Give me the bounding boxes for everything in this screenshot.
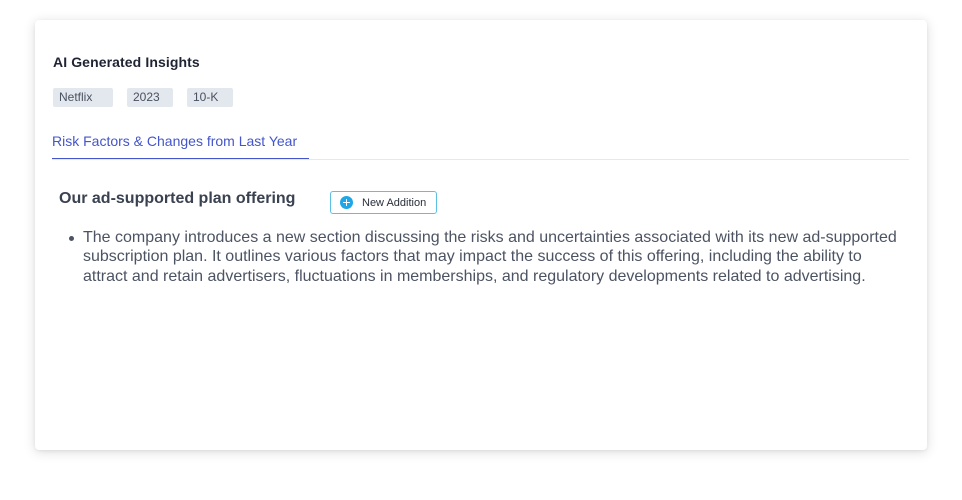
new-addition-badge: New Addition	[330, 191, 437, 214]
tag-list: Netflix 2023 10-K	[53, 88, 247, 107]
insight-list: The company introduces a new section dis…	[69, 228, 903, 286]
card-title: AI Generated Insights	[53, 54, 200, 70]
section-header: Our ad-supported plan offering	[59, 190, 295, 208]
badge-label: New Addition	[362, 196, 427, 209]
insights-card: AI Generated Insights Netflix 2023 10-K …	[35, 20, 927, 450]
plus-circle-icon	[340, 196, 353, 209]
tag-year: 2023	[127, 88, 173, 107]
section-title: Our ad-supported plan offering	[59, 190, 296, 207]
tag-company: Netflix	[53, 88, 113, 107]
tab-risk-factors[interactable]: Risk Factors & Changes from Last Year	[52, 133, 309, 159]
tab-bar: Risk Factors & Changes from Last Year	[52, 130, 909, 160]
list-item: The company introduces a new section dis…	[69, 228, 903, 286]
tag-filing-type: 10-K	[187, 88, 233, 107]
